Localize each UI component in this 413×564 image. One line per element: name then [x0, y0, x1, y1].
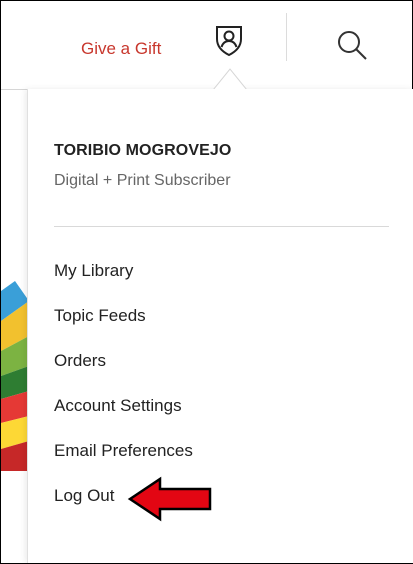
screenshot-frame: Give a Gift TORIBIO MOGROVEJO Digital + …	[0, 0, 413, 564]
menu-item-account-settings[interactable]: Account Settings	[54, 396, 193, 441]
user-name: TORIBIO MOGROVEJO	[54, 142, 232, 159]
shield-person-icon	[216, 26, 242, 57]
menu-item-orders[interactable]: Orders	[54, 351, 193, 396]
account-button[interactable]	[213, 23, 245, 57]
annotation-arrow-icon	[127, 476, 212, 522]
background-artwork	[1, 281, 29, 471]
give-a-gift-link[interactable]: Give a Gift	[81, 39, 161, 59]
subscription-status: Digital + Print Subscriber	[54, 172, 231, 189]
site-header: Give a Gift	[1, 1, 412, 90]
account-dropdown-panel: TORIBIO MOGROVEJO Digital + Print Subscr…	[27, 89, 413, 563]
search-icon	[338, 31, 367, 60]
menu-item-topic-feeds[interactable]: Topic Feeds	[54, 306, 193, 351]
dropdown-caret	[213, 68, 247, 91]
header-divider	[286, 13, 287, 61]
menu-divider	[54, 226, 389, 227]
menu-item-my-library[interactable]: My Library	[54, 261, 193, 306]
search-button[interactable]	[334, 27, 370, 63]
